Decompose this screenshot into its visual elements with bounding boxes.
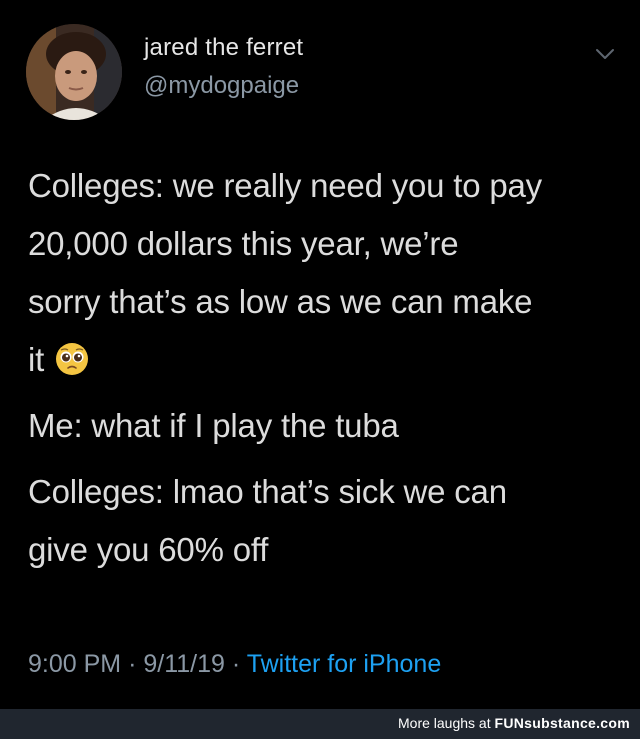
tweet-line: Colleges: lmao that’s sick we can — [28, 473, 507, 510]
watermark-footer: More laughs at FUNsubstance.com — [0, 709, 640, 739]
tweet-line: give you 60% off — [28, 531, 269, 568]
watermark-prefix: More laughs at — [398, 715, 491, 731]
tweet-line: sorry that’s as low as we can make — [28, 283, 533, 320]
tweet-line: Me: what if I play the tuba — [28, 407, 399, 444]
tweet-source-link[interactable]: Twitter for iPhone — [247, 650, 442, 678]
pleading-face-icon — [54, 341, 90, 377]
watermark-text: More laughs at FUNsubstance.com — [398, 715, 630, 731]
tweet-metadata: 9:00 PM · 9/11/19 · Twitter for iPhone — [28, 650, 441, 679]
tweet-time[interactable]: 9:00 PM — [28, 650, 121, 678]
meta-separator: · — [128, 650, 137, 678]
meta-separator: · — [231, 650, 241, 678]
tweet-line: Colleges: we really need you to pay — [28, 167, 542, 204]
profile-photo — [26, 24, 122, 120]
tweet-line-text: it — [28, 341, 45, 378]
chevron-down-icon[interactable] — [592, 44, 618, 64]
tweet: jared the ferret @mydogpaige Colleges: w… — [0, 0, 640, 709]
tweet-text: Colleges: we really need you to pay 20,0… — [28, 157, 628, 579]
username-handle[interactable]: @mydogpaige — [144, 72, 299, 100]
avatar[interactable] — [26, 24, 122, 120]
tweet-line: 20,000 dollars this year, we’re — [28, 225, 459, 262]
tweet-line-with-emoji: it — [28, 331, 628, 389]
display-name[interactable]: jared the ferret — [144, 34, 303, 62]
tweet-date[interactable]: 9/11/19 — [143, 650, 225, 678]
watermark-brand[interactable]: FUNsubstance.com — [495, 715, 631, 731]
